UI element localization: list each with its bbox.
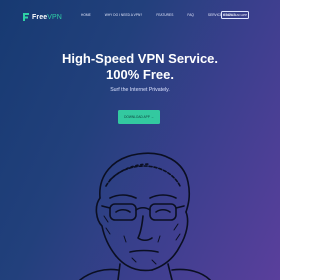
nav-link-features[interactable]: Features [156,13,173,18]
logo-text: FreeVPN [32,14,62,21]
logo-text-light: VPN [47,13,62,21]
top-navigation: FreeVPN Home Why do I need a VPN? Featur… [0,0,280,34]
download-app-nav-button[interactable]: Download App [221,11,249,19]
hero-title: High-Speed VPN Service. 100% Free. [0,51,280,83]
nav-link-why-vpn[interactable]: Why do I need a VPN? [105,13,142,18]
logo-text-strong: Free [32,13,48,21]
logo[interactable]: FreeVPN [22,12,62,22]
nav-links: Home Why do I need a VPN? Features FAQ S… [81,13,236,18]
hero-title-line-1: High-Speed VPN Service. [61,51,219,66]
nav-link-faq[interactable]: FAQ [187,13,194,18]
hero-title-line-2: 100% Free. [106,67,174,82]
shield-icon [23,13,29,21]
hero-subtitle: Surf the Internet Privately. [110,87,170,93]
download-app-button[interactable]: Download App → [118,110,160,124]
nav-link-home[interactable]: Home [81,13,91,18]
landing-page: FreeVPN Home Why do I need a VPN? Featur… [0,0,280,280]
portrait-illustration [79,152,211,280]
